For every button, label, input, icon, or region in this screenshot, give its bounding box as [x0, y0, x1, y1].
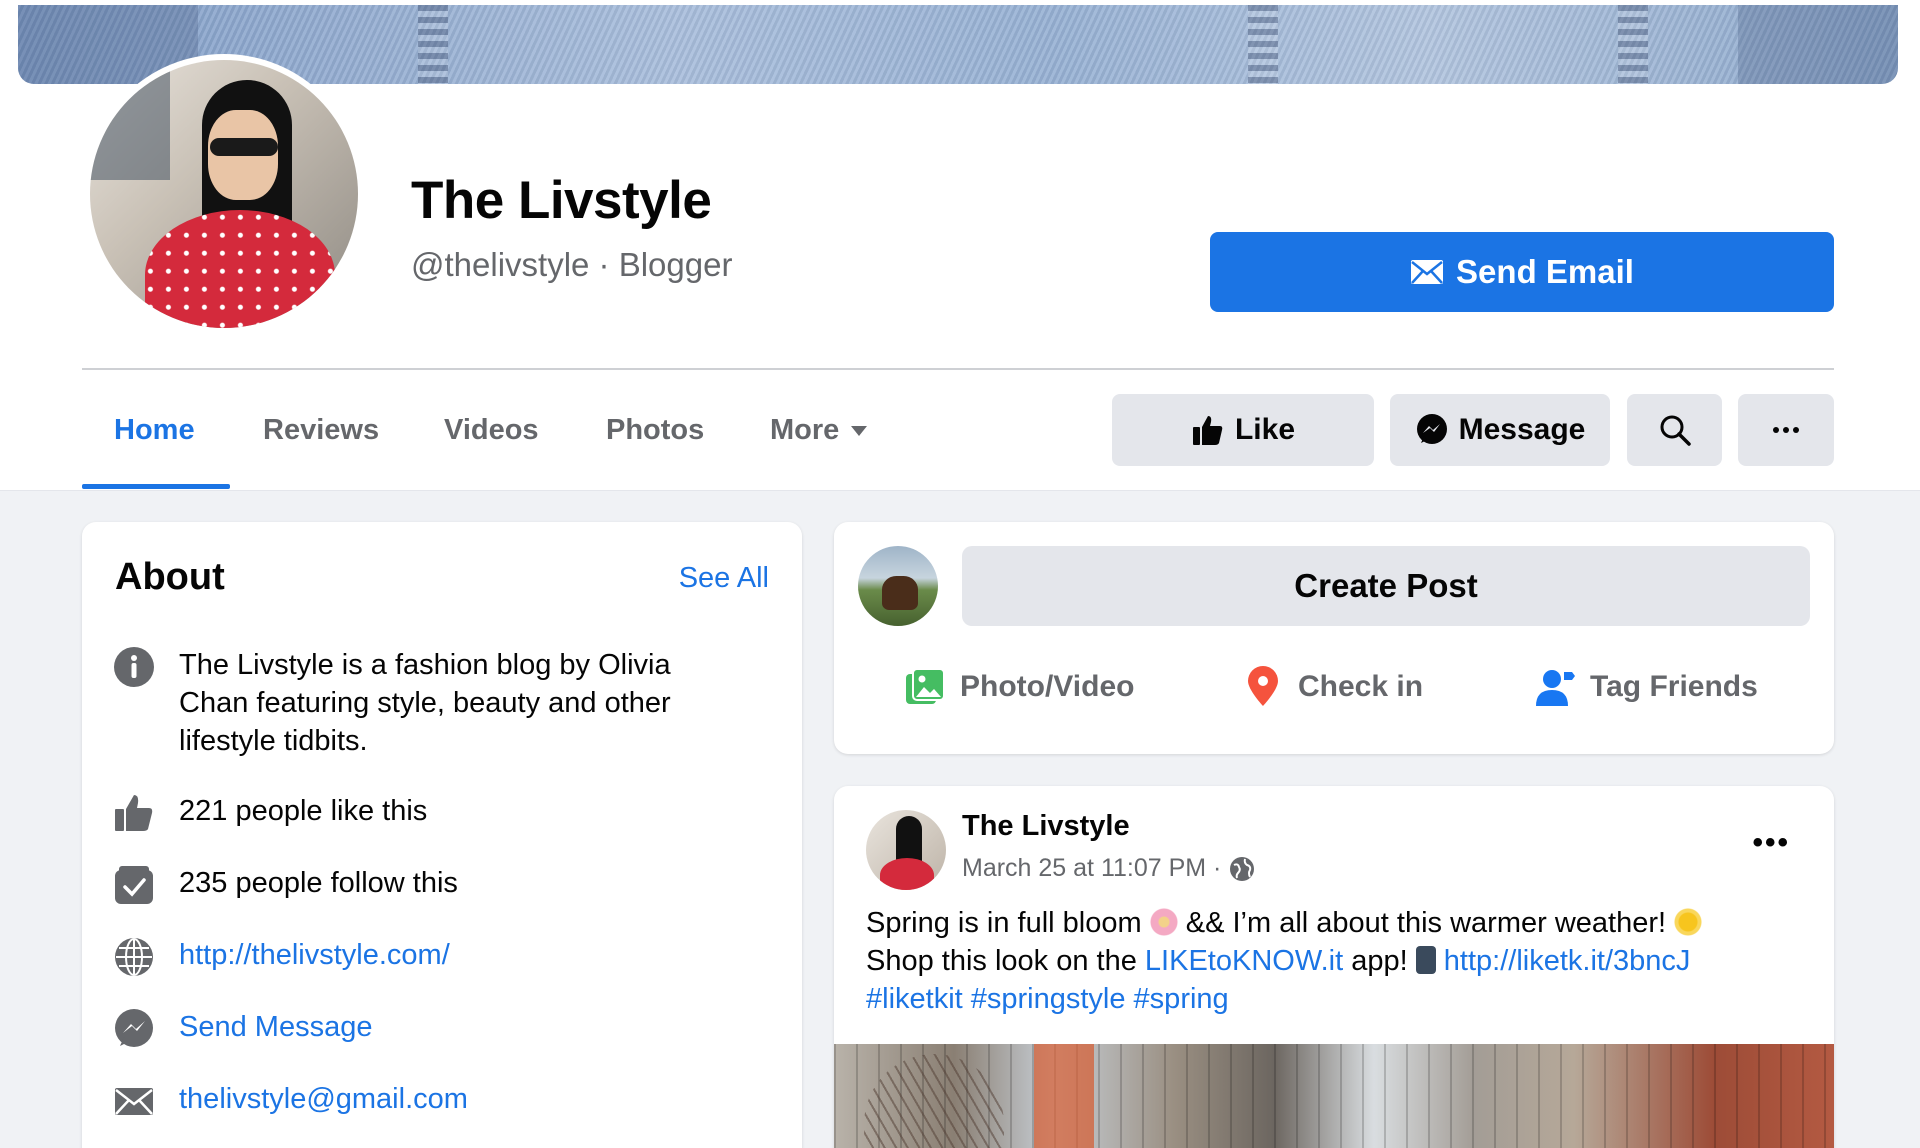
cover-seam: [1618, 5, 1648, 84]
profile-picture-image: [90, 60, 358, 328]
send-message-link[interactable]: Send Message: [179, 1008, 739, 1046]
thumbs-up-icon: [1192, 416, 1223, 445]
more-options-button[interactable]: [1738, 394, 1834, 466]
message-button[interactable]: Message: [1390, 394, 1610, 466]
about-description: The Livstyle is a fashion blog by Olivia…: [179, 649, 671, 757]
caret-down-icon: [851, 426, 868, 437]
post-hashtags[interactable]: #liketkit #springstyle #spring: [866, 983, 1229, 1015]
thumbs-up-icon: [115, 795, 153, 831]
post-text-line1-b: && I’m all about this warmer weather!: [1177, 907, 1675, 939]
about-likes: 221 people like this: [179, 795, 428, 827]
follow-check-icon: [115, 866, 153, 904]
envelope-icon: [115, 1088, 153, 1115]
page-subtitle: @thelivstyle · Blogger: [411, 246, 733, 283]
photo-icon: [906, 668, 945, 704]
tab-home[interactable]: Home: [114, 414, 195, 447]
tag-friends-icon: [1536, 670, 1575, 706]
about-follows: 235 people follow this: [179, 867, 458, 899]
cover-shadow: [1738, 5, 1898, 84]
about-card: About See All The Livstyle is a fashion …: [82, 522, 802, 1148]
cover-seam: [1248, 5, 1278, 84]
about-follows-row: 235 people follow this: [113, 864, 739, 906]
post-timestamp[interactable]: March 25 at 11:07 PM ·: [962, 854, 1221, 883]
post-photo[interactable]: [834, 1044, 1834, 1148]
send-email-label: Send Email: [1456, 253, 1634, 290]
photo-video-button[interactable]: Photo/Video: [904, 666, 1134, 708]
envelope-icon: [1411, 260, 1444, 284]
tab-photos[interactable]: Photos: [606, 414, 704, 447]
liketk-url-link[interactable]: http://liketk.it/3bncJ: [1444, 945, 1691, 977]
about-website-row[interactable]: http://thelivstyle.com/: [113, 936, 739, 978]
cover-seam: [418, 5, 448, 84]
composer-avatar[interactable]: [858, 546, 938, 626]
photo-video-label: Photo/Video: [960, 670, 1135, 703]
create-post-button[interactable]: Create Post: [962, 546, 1810, 626]
see-all-link[interactable]: See All: [679, 562, 769, 595]
check-in-label: Check in: [1298, 670, 1424, 703]
about-description-row: The Livstyle is a fashion blog by Olivia…: [113, 646, 739, 760]
active-tab-indicator: [82, 484, 230, 489]
sun-emoji-icon: [1674, 908, 1703, 936]
tag-friends-button[interactable]: Tag Friends: [1534, 666, 1758, 708]
page-title: The Livstyle: [411, 171, 712, 230]
like-label: Like: [1234, 413, 1296, 446]
tab-reviews[interactable]: Reviews: [263, 414, 379, 447]
send-email-button[interactable]: Send Email: [1210, 232, 1834, 312]
tab-more[interactable]: More: [770, 414, 868, 447]
like-button[interactable]: Like: [1112, 394, 1374, 466]
post-meta: March 25 at 11:07 PM ·: [962, 854, 1255, 883]
message-label: Message: [1458, 413, 1586, 446]
messenger-icon: [1416, 414, 1447, 444]
about-title: About: [115, 556, 225, 598]
about-website-link[interactable]: http://thelivstyle.com/: [179, 936, 739, 974]
post-card: The Livstyle March 25 at 11:07 PM · ••• …: [834, 786, 1834, 1148]
cherry-blossom-emoji-icon: [1149, 908, 1178, 936]
post-text: Spring is in full bloom && I’m all about…: [866, 904, 1806, 1018]
about-likes-row: 221 people like this: [113, 792, 739, 834]
post-author[interactable]: The Livstyle: [962, 810, 1130, 843]
post-options-button[interactable]: •••: [1752, 826, 1790, 860]
header-divider: [82, 368, 1834, 370]
tag-friends-label: Tag Friends: [1590, 670, 1758, 703]
messenger-icon: [115, 1009, 153, 1047]
search-icon: [1660, 415, 1691, 446]
globe-icon: [1230, 856, 1255, 881]
post-text-line2-a: Shop this look on the: [866, 945, 1145, 977]
mobile-phone-emoji-icon: [1415, 946, 1436, 974]
check-in-button[interactable]: Check in: [1242, 666, 1423, 708]
create-post-card: Create Post Photo/Video Check in Tag Fri…: [834, 522, 1834, 754]
more-horizontal-icon: [1773, 427, 1799, 433]
post-author-avatar[interactable]: [866, 810, 946, 890]
liketoknowit-link[interactable]: LIKEtoKNOW.it: [1145, 945, 1343, 977]
info-icon: [114, 647, 154, 687]
cover-photo[interactable]: [18, 5, 1898, 84]
email-link[interactable]: thelivstyle@gmail.com: [179, 1080, 739, 1118]
tab-videos[interactable]: Videos: [444, 414, 539, 447]
globe-icon: [115, 938, 153, 976]
tab-more-label: More: [770, 414, 840, 446]
post-text-line1-a: Spring is in full bloom: [866, 907, 1150, 939]
about-send-message-row[interactable]: Send Message: [113, 1008, 739, 1050]
post-text-line2-b: app!: [1343, 945, 1416, 977]
about-email-row[interactable]: thelivstyle@gmail.com: [113, 1080, 739, 1122]
search-button[interactable]: [1627, 394, 1722, 466]
profile-picture[interactable]: [84, 54, 364, 334]
location-pin-icon: [1248, 666, 1278, 706]
